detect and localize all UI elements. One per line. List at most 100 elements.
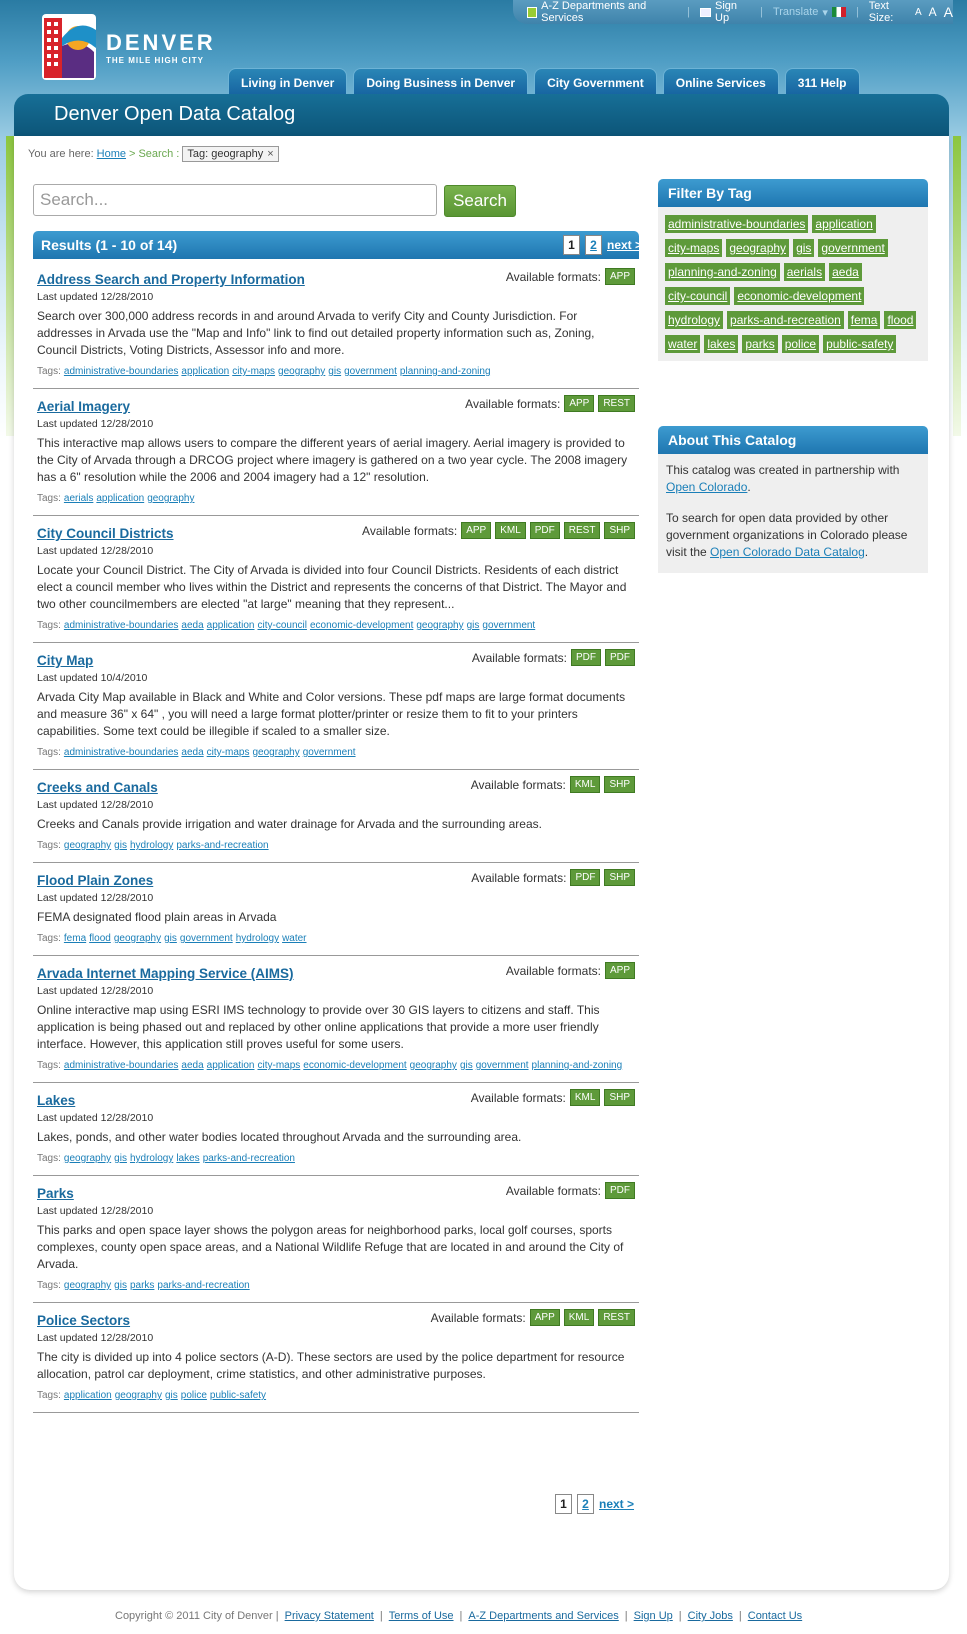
tag-link[interactable]: public-safety (210, 1390, 266, 1401)
format-badge[interactable]: PDF (571, 649, 601, 666)
format-badge[interactable]: SHP (604, 522, 635, 539)
footer-link-privacy[interactable]: Privacy Statement (285, 1610, 374, 1622)
tag-link[interactable]: government (482, 620, 535, 631)
nav-tab-311[interactable]: 311 Help (784, 68, 860, 96)
tag-link[interactable]: geography (278, 366, 325, 377)
tag-link[interactable]: geography (115, 1390, 162, 1401)
tag-link[interactable]: government (303, 747, 356, 758)
tag-link[interactable]: fema (64, 933, 86, 944)
az-link[interactable]: A-Z Departments and Services (527, 0, 677, 24)
format-badge[interactable]: KML (563, 1309, 595, 1326)
nav-tab-business[interactable]: Doing Business in Denver (353, 68, 529, 96)
tag-link[interactable]: gis (328, 366, 341, 377)
tag-link[interactable]: application (96, 493, 144, 504)
filter-tag-planning-and-zoning[interactable]: planning-and-zoning (665, 263, 780, 281)
tag-link[interactable]: aerials (64, 493, 93, 504)
format-badge[interactable]: APP (604, 268, 635, 285)
tag-link[interactable]: application (207, 1060, 255, 1071)
tag-link[interactable]: administrative-boundaries (64, 747, 179, 758)
tag-link[interactable]: administrative-boundaries (64, 366, 179, 377)
tag-link[interactable]: administrative-boundaries (64, 1060, 179, 1071)
nav-tab-online-services[interactable]: Online Services (662, 68, 779, 96)
text-size-medium[interactable]: A (929, 5, 937, 19)
tag-link[interactable]: gis (114, 840, 127, 851)
tag-link[interactable]: application (181, 366, 229, 377)
tag-link[interactable]: gis (114, 1280, 127, 1291)
tag-link[interactable]: government (476, 1060, 529, 1071)
format-badge[interactable]: APP (564, 395, 595, 412)
filter-tag-aerials[interactable]: aerials (783, 263, 826, 281)
filter-tag-flood[interactable]: flood (884, 311, 917, 329)
signup-link[interactable]: Sign Up (700, 0, 750, 24)
tag-link[interactable]: police (181, 1390, 207, 1401)
filter-tag-water[interactable]: water (665, 335, 701, 353)
text-size-small[interactable]: A (915, 7, 922, 18)
format-badge[interactable]: PDF (605, 649, 635, 666)
nav-tab-government[interactable]: City Government (534, 68, 657, 96)
close-icon[interactable]: × (267, 148, 273, 160)
footer-link-signup[interactable]: Sign Up (634, 1610, 673, 1622)
tag-link[interactable]: geography (114, 933, 161, 944)
tag-link[interactable]: planning-and-zoning (400, 366, 491, 377)
format-badge[interactable]: SHP (604, 776, 635, 793)
tag-link[interactable]: aeda (181, 620, 203, 631)
format-badge[interactable]: KML (495, 522, 526, 539)
tag-link[interactable]: planning-and-zoning (532, 1060, 623, 1071)
filter-tag-government[interactable]: government (818, 239, 888, 257)
tag-link[interactable]: geography (416, 620, 463, 631)
filter-tag-parks[interactable]: parks (742, 335, 778, 353)
tag-link[interactable]: gis (164, 933, 177, 944)
format-badge[interactable]: REST (598, 1309, 635, 1326)
tag-link[interactable]: parks-and-recreation (203, 1153, 295, 1164)
format-badge[interactable]: KML (569, 776, 601, 793)
tag-link[interactable]: aeda (181, 747, 203, 758)
tag-link[interactable]: city-maps (257, 1060, 300, 1071)
filter-tag-public-safety[interactable]: public-safety (823, 335, 897, 353)
tag-link[interactable]: hydrology (236, 933, 279, 944)
tag-link[interactable]: aeda (181, 1060, 203, 1071)
format-badge[interactable]: APP (604, 962, 635, 979)
filter-tag-city-council[interactable]: city-council (665, 287, 731, 305)
tag-link[interactable]: hydrology (130, 1153, 173, 1164)
tag-link[interactable]: gis (165, 1390, 178, 1401)
text-size-large[interactable]: A (944, 4, 953, 20)
tag-link[interactable]: government (180, 933, 233, 944)
tag-link[interactable]: economic-development (310, 620, 413, 631)
tag-link[interactable]: administrative-boundaries (64, 620, 179, 631)
format-badge[interactable]: PDF (605, 1182, 635, 1199)
tag-link[interactable]: geography (64, 1153, 111, 1164)
tag-link[interactable]: economic-development (303, 1060, 406, 1071)
page-2-link[interactable]: 2 (585, 235, 602, 255)
format-badge[interactable]: KML (569, 1089, 601, 1106)
tag-link[interactable]: gis (114, 1153, 127, 1164)
filter-tag-gis[interactable]: gis (793, 239, 815, 257)
tag-link[interactable]: city-council (257, 620, 306, 631)
filter-tag-administrative-boundaries[interactable]: administrative-boundaries (665, 215, 809, 233)
tag-link[interactable]: geography (64, 840, 111, 851)
open-colorado-link[interactable]: Open Colorado (666, 480, 747, 494)
tag-link[interactable]: flood (89, 933, 111, 944)
search-button[interactable]: Search (444, 185, 516, 217)
format-badge[interactable]: PDF (529, 522, 560, 539)
tag-link[interactable]: parks-and-recreation (157, 1280, 249, 1291)
format-badge[interactable]: SHP (604, 1089, 635, 1106)
filter-tag-lakes[interactable]: lakes (704, 335, 739, 353)
format-badge[interactable]: APP (461, 522, 492, 539)
tag-link[interactable]: parks (130, 1280, 154, 1291)
filter-tag-parks-and-recreation[interactable]: parks-and-recreation (727, 311, 844, 329)
next-page-link[interactable]: next > (607, 238, 642, 252)
format-badge[interactable]: REST (598, 395, 635, 412)
tag-link[interactable]: water (282, 933, 306, 944)
next-page-link[interactable]: next > (599, 1497, 634, 1511)
filter-tag-hydrology[interactable]: hydrology (665, 311, 724, 329)
footer-link-contact[interactable]: Contact Us (748, 1610, 802, 1622)
format-badge[interactable]: APP (529, 1309, 560, 1326)
tag-link[interactable]: city-maps (232, 366, 275, 377)
open-colorado-catalog-link[interactable]: Open Colorado Data Catalog (710, 545, 865, 559)
tag-link[interactable]: city-maps (207, 747, 250, 758)
footer-link-az[interactable]: A-Z Departments and Services (468, 1610, 618, 1622)
format-badge[interactable]: PDF (570, 869, 601, 886)
filter-tag-economic-development[interactable]: economic-development (734, 287, 865, 305)
footer-link-jobs[interactable]: City Jobs (688, 1610, 733, 1622)
filter-tag-city-maps[interactable]: city-maps (665, 239, 723, 257)
